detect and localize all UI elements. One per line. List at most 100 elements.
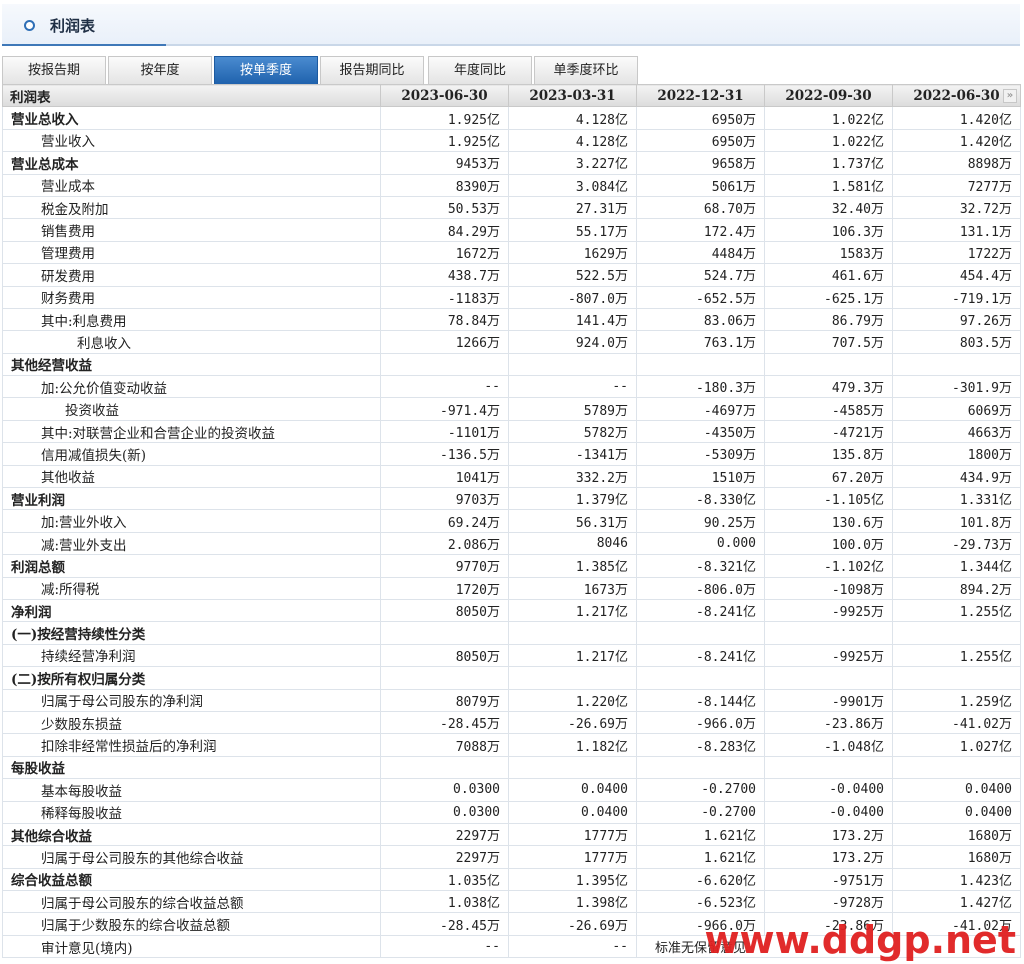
row-label: 持续经营净利润 <box>2 643 381 668</box>
tab-0[interactable]: 按报告期 <box>2 56 106 84</box>
cell-value: 8390万 <box>380 173 509 197</box>
cell-value: 9703万 <box>380 487 509 511</box>
cell-value: -1.102亿 <box>764 554 893 578</box>
cell-value: -1098万 <box>764 576 893 600</box>
cell-value: 172.4万 <box>636 218 765 242</box>
cell-value: -625.1万 <box>764 285 893 309</box>
table-row: 稀释每股收益 0.0300 0.0400 -0.2700 -0.0400 0.0400 <box>2 800 1021 824</box>
cell-value: 6069万 <box>892 397 1021 421</box>
table-row: 减:营业外支出 2.086万 8046 0.000 100.0万 -29.73万 <box>2 531 1021 556</box>
table-row: 其他综合收益 2297万 1777万 1.621亿 173.2万 1680万 <box>2 822 1021 847</box>
double-chevron-right-icon[interactable]: » <box>1003 89 1017 103</box>
cell-value <box>380 666 509 690</box>
cell-value: 1.038亿 <box>380 890 509 914</box>
cell-value: -5309万 <box>636 442 765 466</box>
cell-value: 69.24万 <box>380 509 509 533</box>
cell-value <box>892 755 1021 780</box>
cell-value: -966.0万 <box>636 710 765 735</box>
row-label: (二)按所有权归属分类 <box>2 666 381 690</box>
row-label: 减:营业外支出 <box>2 531 381 556</box>
cell-value: 461.6万 <box>764 263 893 287</box>
row-label: 营业收入 <box>2 128 381 153</box>
table-row: 归属于母公司股东的其他综合收益 2297万 1777万 1.621亿 173.2万 168… <box>2 845 1021 869</box>
row-label: 减:所得税 <box>2 576 381 600</box>
cell-value: 173.2万 <box>764 822 893 847</box>
row-label: 净利润 <box>2 598 381 623</box>
row-label: 其他综合收益 <box>2 822 381 847</box>
cell-value: 5061万 <box>636 173 765 197</box>
table-row: 其他收益 1041万 332.2万 1510万 67.20万 434.9万 <box>2 464 1021 489</box>
cell-value: -8.144亿 <box>636 688 765 712</box>
table-row: 财务费用 -1183万 -807.0万 -652.5万 -625.1万 -719.1万 <box>2 285 1021 309</box>
row-label: 其他收益 <box>2 464 381 489</box>
cell-value: 1.035亿 <box>380 867 509 892</box>
cell-value: 6950万 <box>636 128 765 153</box>
cell-value: 4.128亿 <box>508 128 637 153</box>
cell-value: 522.5万 <box>508 263 637 287</box>
row-label: 投资收益 <box>2 397 381 421</box>
cell-value: -1.105亿 <box>764 487 893 511</box>
cell-value: 135.8万 <box>764 442 893 466</box>
cell-value <box>764 621 893 645</box>
cell-value <box>764 666 893 690</box>
table-row: 投资收益 -971.4万 5789万 -4697万 -4585万 6069万 <box>2 397 1021 421</box>
row-label: 税金及附加 <box>2 195 381 220</box>
cell-value: 1.344亿 <box>892 554 1021 578</box>
tab-4[interactable]: 年度同比 <box>428 56 532 84</box>
cell-value: 1.581亿 <box>764 173 893 197</box>
cell-value: 1.217亿 <box>508 643 637 668</box>
tab-3[interactable]: 报告期同比 <box>320 56 424 84</box>
cell-value: 8079万 <box>380 688 509 712</box>
cell-value <box>508 755 637 780</box>
cell-value: 924.0万 <box>508 330 637 354</box>
cell-value: 1.621亿 <box>636 822 765 847</box>
row-label: 归属于母公司股东的综合收益总额 <box>2 890 381 914</box>
cell-value: -- <box>380 934 509 959</box>
cell-value <box>508 621 637 645</box>
row-label: 利润总额 <box>2 554 381 578</box>
cell-value: 101.8万 <box>892 509 1021 533</box>
table-row: 净利润 8050万 1.217亿 -8.241亿 -9925万 1.255亿 <box>2 598 1021 623</box>
row-label: 少数股东损益 <box>2 710 381 735</box>
table-row: 加:营业外收入 69.24万 56.31万 90.25万 130.6万 101.8万 <box>2 509 1021 533</box>
cell-value: -8.283亿 <box>636 733 765 757</box>
cell-value: 2297万 <box>380 822 509 847</box>
cell-value: 68.70万 <box>636 195 765 220</box>
tab-1[interactable]: 按年度 <box>108 56 212 84</box>
title-underline <box>2 44 166 46</box>
cell-value: 78.84万 <box>380 307 509 332</box>
cell-value: -8.321亿 <box>636 554 765 578</box>
cell-value: -971.4万 <box>380 397 509 421</box>
cell-value: 100.0万 <box>764 531 893 556</box>
cell-value: 67.20万 <box>764 464 893 489</box>
cell-value: 3.084亿 <box>508 173 637 197</box>
cell-value: 84.29万 <box>380 218 509 242</box>
table-row: (二)按所有权归属分类 <box>2 666 1021 690</box>
row-label: 营业总成本 <box>2 151 381 175</box>
period-header: 2023-06-30 <box>380 83 509 108</box>
cell-value: -652.5万 <box>636 285 765 309</box>
table-row: 减:所得税 1720万 1673万 -806.0万 -1098万 894.2万 <box>2 576 1021 600</box>
table-row: 少数股东损益 -28.45万 -26.69万 -966.0万 -23.86万 -41.02… <box>2 710 1021 735</box>
cell-value: 1.255亿 <box>892 598 1021 623</box>
cell-value: 1.420亿 <box>892 106 1021 130</box>
cell-value: -- <box>508 934 637 959</box>
tab-2[interactable]: 按单季度 <box>214 56 318 84</box>
cell-value: 1777万 <box>508 845 637 869</box>
table-row: 利息收入 1266万 924.0万 763.1万 707.5万 803.5万 <box>2 330 1021 354</box>
cell-value: 141.4万 <box>508 307 637 332</box>
cell-value: -807.0万 <box>508 285 637 309</box>
table-row: 税金及附加 50.53万 27.31万 68.70万 32.40万 32.72万 <box>2 195 1021 220</box>
row-label: 信用减值损失(新) <box>2 442 381 466</box>
table-row: (一)按经营持续性分类 <box>2 621 1021 645</box>
tab-5[interactable]: 单季度环比 <box>534 56 638 84</box>
cell-value: 55.17万 <box>508 218 637 242</box>
cell-value: 707.5万 <box>764 330 893 354</box>
cell-value: 32.72万 <box>892 195 1021 220</box>
cell-value: 6950万 <box>636 106 765 130</box>
cell-value: 1720万 <box>380 576 509 600</box>
cell-value: -41.02万 <box>892 710 1021 735</box>
table-row: 营业成本 8390万 3.084亿 5061万 1.581亿 7277万 <box>2 173 1021 197</box>
cell-value: -26.69万 <box>508 912 637 936</box>
cell-value: -0.2700 <box>636 800 765 824</box>
